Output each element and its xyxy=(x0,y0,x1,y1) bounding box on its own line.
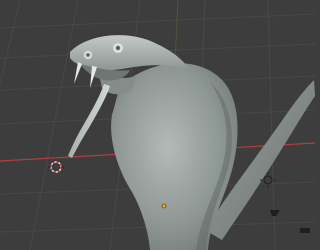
fang-left xyxy=(74,62,82,84)
camera-icon[interactable] xyxy=(270,210,310,233)
eye-left xyxy=(83,50,93,60)
3d-cursor-icon[interactable] xyxy=(48,161,64,173)
eye-right xyxy=(113,43,123,53)
object-origin-icon[interactable] xyxy=(161,203,167,209)
viewport-canvas[interactable] xyxy=(0,0,315,250)
3d-viewport[interactable] xyxy=(0,0,315,250)
